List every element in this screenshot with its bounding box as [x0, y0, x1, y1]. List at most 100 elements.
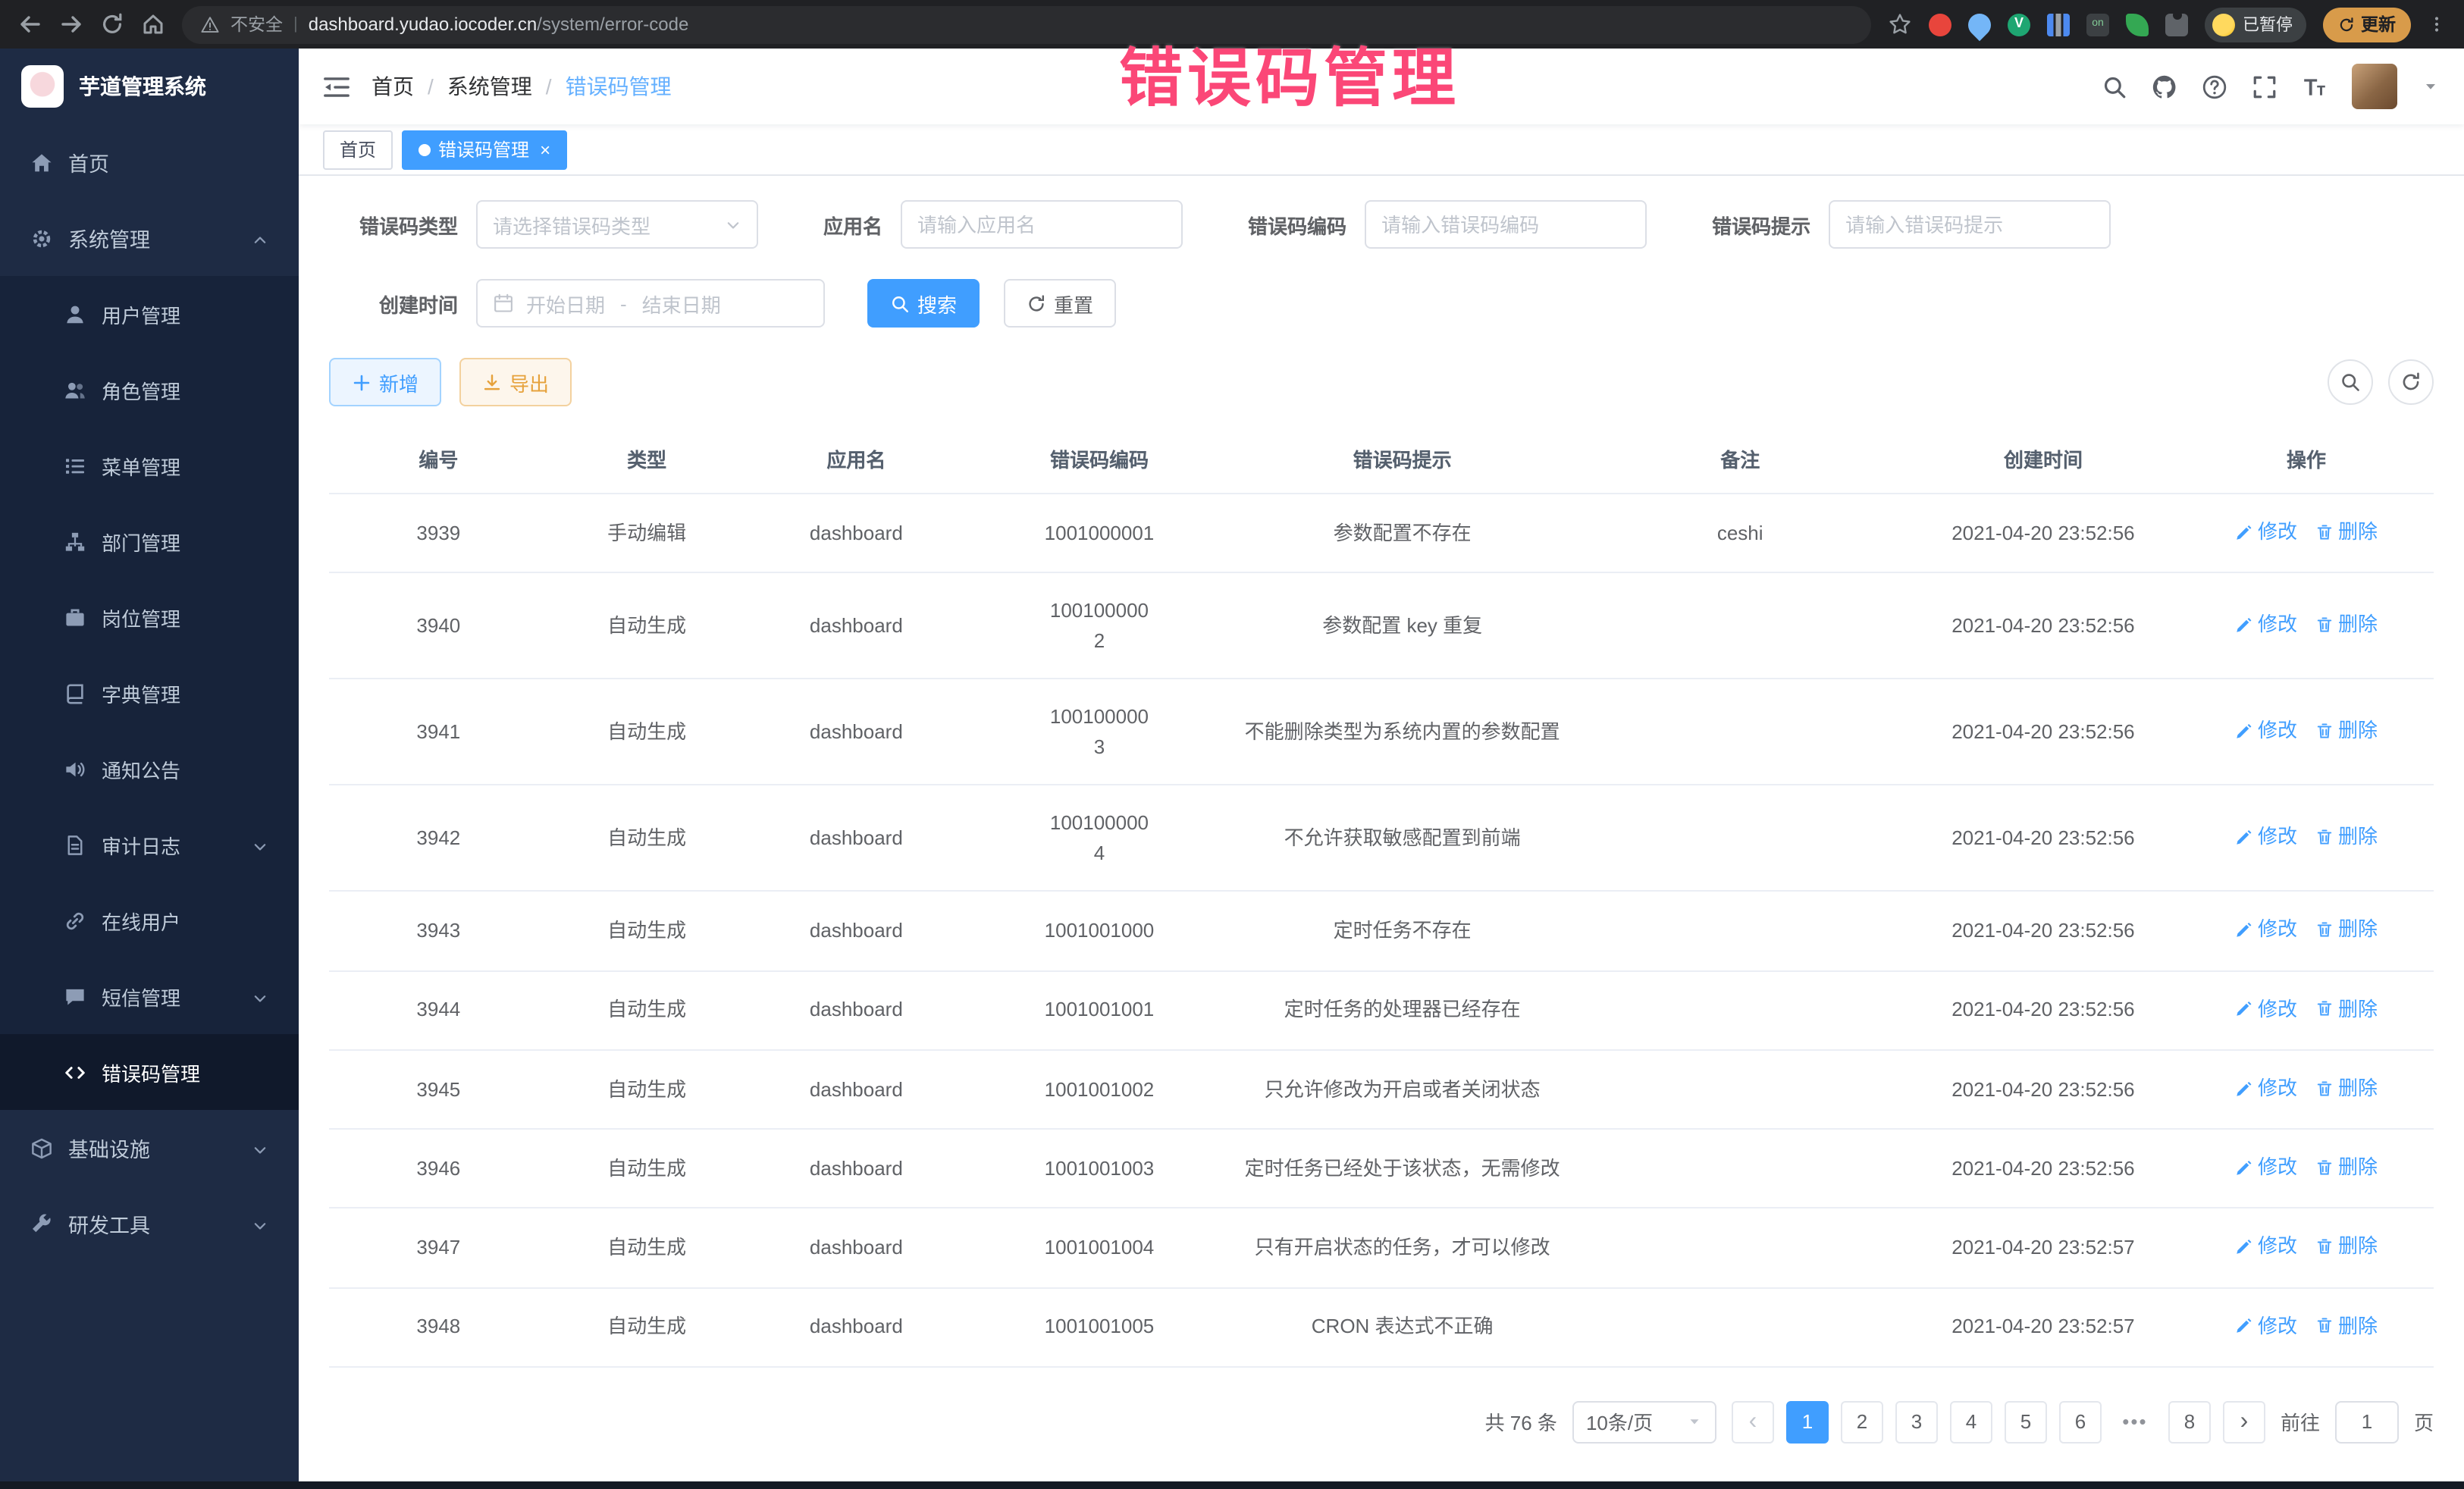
profile-label: 已暂停: [2243, 12, 2293, 36]
cell-operations: 修改删除: [2179, 1208, 2434, 1288]
page-size-select[interactable]: 10条/页: [1572, 1401, 1716, 1444]
error-hint-input[interactable]: [1829, 200, 2111, 249]
app-title: 芋道管理系统: [79, 71, 206, 102]
sidebar-item-system[interactable]: 系统管理: [0, 200, 299, 276]
column-header: 创建时间: [1908, 425, 2179, 494]
delete-icon: [2315, 523, 2334, 541]
delete-link[interactable]: 删除: [2315, 994, 2378, 1023]
search-button[interactable]: 搜索: [867, 279, 980, 328]
browser-home-icon[interactable]: [141, 12, 165, 36]
edit-link[interactable]: 修改: [2235, 1074, 2297, 1103]
prev-page-button[interactable]: ‹: [1732, 1401, 1774, 1444]
edit-link[interactable]: 修改: [2235, 517, 2297, 547]
export-button[interactable]: 导出: [459, 358, 572, 406]
extension-icon[interactable]: [2126, 13, 2149, 36]
breadcrumb-item[interactable]: 首页: [371, 71, 414, 102]
edit-link[interactable]: 修改: [2235, 915, 2297, 945]
sidebar-item-role[interactable]: 角色管理: [0, 352, 299, 428]
tab-首页[interactable]: 首页: [323, 130, 393, 169]
sidebar-item-sms[interactable]: 短信管理: [0, 958, 299, 1034]
page-button-8[interactable]: 8: [2168, 1401, 2211, 1444]
more-pages-button[interactable]: •••: [2114, 1401, 2156, 1444]
edit-link[interactable]: 修改: [2235, 610, 2297, 639]
bookmark-star-icon[interactable]: [1888, 12, 1912, 36]
header-search-icon[interactable]: [2102, 74, 2127, 99]
font-size-icon[interactable]: [2302, 74, 2328, 99]
error-code-input[interactable]: [1365, 200, 1647, 249]
delete-link[interactable]: 删除: [2315, 915, 2378, 945]
delete-link[interactable]: 删除: [2315, 1232, 2378, 1262]
pager: ‹ 123456 ••• 8 ›: [1732, 1401, 2265, 1444]
sidebar-item-error-code[interactable]: 错误码管理: [0, 1034, 299, 1110]
page-content: 错误码类型 请选择错误码类型 应用名 错误码编码 错误码提示: [299, 176, 2464, 1489]
page-button-4[interactable]: 4: [1950, 1401, 1992, 1444]
update-label: 更新: [2361, 12, 2396, 36]
app-logo[interactable]: 芋道管理系统: [0, 49, 299, 124]
page-button-5[interactable]: 5: [2005, 1401, 2047, 1444]
avatar-caret-icon[interactable]: [2422, 77, 2440, 96]
github-icon[interactable]: [2152, 74, 2177, 99]
cell-remark: [1573, 892, 1908, 971]
delete-link[interactable]: 删除: [2315, 1152, 2378, 1182]
puzzle-extension-icon[interactable]: [2165, 13, 2188, 36]
sidebar-item-dict[interactable]: 字典管理: [0, 655, 299, 731]
browser-update-button[interactable]: 更新: [2323, 7, 2411, 42]
sidebar-item-user[interactable]: 用户管理: [0, 276, 299, 352]
sidebar-item-post[interactable]: 岗位管理: [0, 579, 299, 655]
tab-close-icon[interactable]: ×: [540, 139, 550, 160]
tab-active-dot: [419, 143, 431, 155]
page-button-2[interactable]: 2: [1841, 1401, 1883, 1444]
sidebar-toggle-icon[interactable]: [323, 75, 350, 98]
tab-错误码管理[interactable]: 错误码管理×: [402, 130, 567, 169]
delete-link[interactable]: 删除: [2315, 610, 2378, 639]
fullscreen-icon[interactable]: [2252, 74, 2277, 99]
edit-link[interactable]: 修改: [2235, 1232, 2297, 1262]
browser-forward-icon[interactable]: [59, 12, 83, 36]
app-name-input[interactable]: [901, 200, 1183, 249]
browser-profile-chip[interactable]: 已暂停: [2205, 7, 2306, 42]
extension-icon[interactable]: [1929, 13, 1951, 36]
extension-icon[interactable]: [2086, 13, 2109, 36]
delete-link[interactable]: 删除: [2315, 716, 2378, 745]
extension-icon[interactable]: [2008, 13, 2030, 36]
page-button-3[interactable]: 3: [1895, 1401, 1938, 1444]
browser-back-icon[interactable]: [18, 12, 42, 36]
page-button-6[interactable]: 6: [2059, 1401, 2102, 1444]
delete-link[interactable]: 删除: [2315, 822, 2378, 851]
user-avatar[interactable]: [2352, 64, 2397, 109]
edit-link[interactable]: 修改: [2235, 1152, 2297, 1182]
refresh-table-button[interactable]: [2388, 359, 2434, 405]
toggle-search-button[interactable]: [2328, 359, 2373, 405]
breadcrumb-item[interactable]: 系统管理: [447, 71, 532, 102]
create-time-range-picker[interactable]: 开始日期 - 结束日期: [476, 279, 825, 328]
add-button[interactable]: 新增: [329, 358, 441, 406]
extension-icon[interactable]: [2047, 13, 2070, 36]
browser-menu-icon[interactable]: [2428, 12, 2446, 36]
jump-page-input[interactable]: [2335, 1401, 2399, 1444]
sidebar-item-home[interactable]: 首页: [0, 124, 299, 200]
sidebar-item-audit-log[interactable]: 审计日志: [0, 807, 299, 882]
reset-button[interactable]: 重置: [1004, 279, 1116, 328]
extension-icon[interactable]: [1964, 8, 1995, 40]
edit-link[interactable]: 修改: [2235, 994, 2297, 1023]
cell-remark: [1573, 785, 1908, 892]
help-icon[interactable]: [2202, 74, 2227, 99]
delete-link[interactable]: 删除: [2315, 517, 2378, 547]
sidebar-item-menu[interactable]: 菜单管理: [0, 428, 299, 503]
delete-link[interactable]: 删除: [2315, 1074, 2378, 1103]
edit-link[interactable]: 修改: [2235, 716, 2297, 745]
error-type-select[interactable]: 请选择错误码类型: [476, 200, 758, 249]
edit-link[interactable]: 修改: [2235, 1311, 2297, 1340]
sidebar-item-dev-tool[interactable]: 研发工具: [0, 1186, 299, 1262]
sidebar-item-dept[interactable]: 部门管理: [0, 503, 299, 579]
page-button-1[interactable]: 1: [1786, 1401, 1829, 1444]
delete-link[interactable]: 删除: [2315, 1311, 2378, 1340]
sidebar-item-infra[interactable]: 基础设施: [0, 1110, 299, 1186]
address-bar[interactable]: 不安全 | dashboard.yudao.iocoder.cn/system/…: [182, 5, 1871, 43]
next-page-button[interactable]: ›: [2223, 1401, 2265, 1444]
sidebar-item-online-user[interactable]: 在线用户: [0, 882, 299, 958]
browser-reload-icon[interactable]: [100, 12, 124, 36]
edit-link[interactable]: 修改: [2235, 822, 2297, 851]
cell-time: 2021-04-20 23:52:56: [1908, 494, 2179, 573]
sidebar-item-notice[interactable]: 通知公告: [0, 731, 299, 807]
